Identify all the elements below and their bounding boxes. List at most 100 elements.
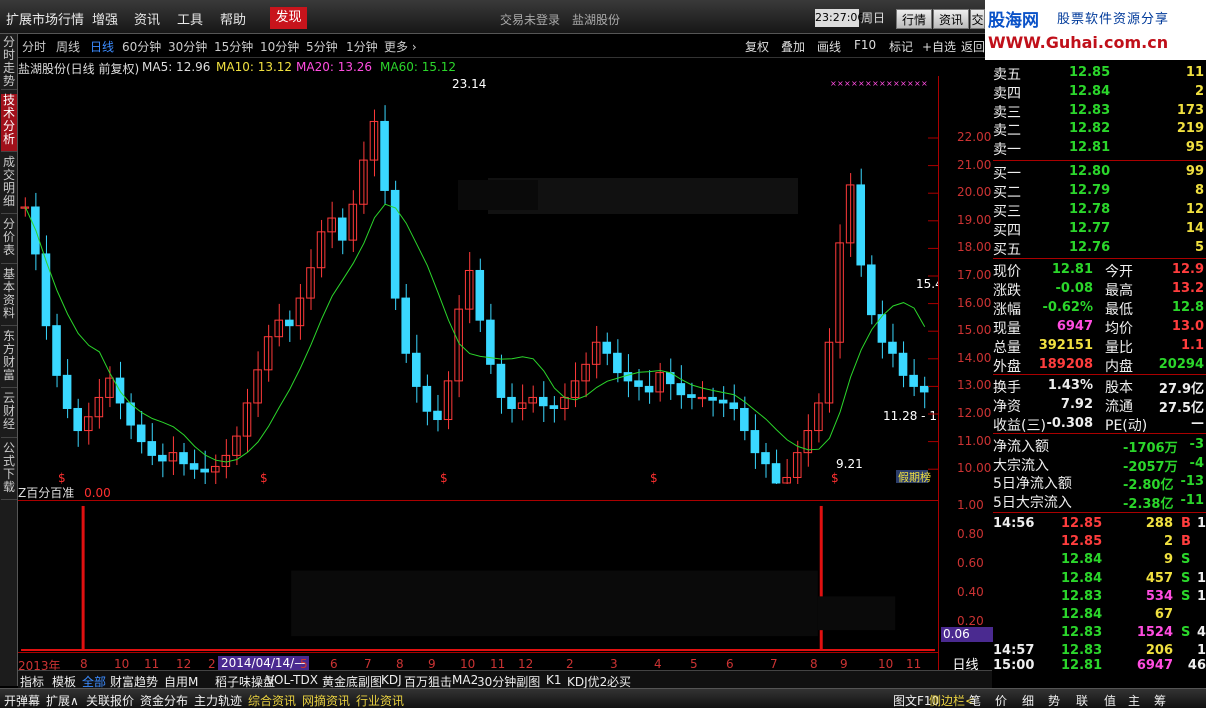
add-favorite-button[interactable]: +自选	[922, 38, 956, 55]
signal-s: $	[58, 471, 66, 484]
tick-side: S	[1181, 588, 1191, 604]
menu-extended-market[interactable]: 扩展市场行情	[6, 9, 84, 28]
tab-technical[interactable]: 技术分析	[1, 94, 17, 152]
mark-button[interactable]: 标记	[889, 38, 913, 55]
tab-eastmoney[interactable]: 东方财富	[1, 330, 17, 388]
candle-body	[919, 385, 929, 393]
menu-tools[interactable]: 工具	[177, 9, 203, 28]
signal-dot: ×	[893, 79, 900, 88]
fund-label: 收益(三)	[993, 418, 1046, 434]
tick-side: B	[1181, 516, 1191, 531]
tick-row: 12.83 1524 S 4	[993, 624, 1206, 642]
date-label: 6	[330, 657, 338, 671]
bottom-item-15[interactable]: 值	[1104, 692, 1116, 708]
overlay-button[interactable]: 叠加	[781, 38, 805, 55]
candle-body	[41, 253, 51, 327]
fund-row: 换手 1.43% 股本 27.9亿	[993, 377, 1206, 397]
quote-label: 涨跌	[993, 283, 1021, 299]
login-status: 交易未登录	[500, 13, 561, 27]
bottom-item-3[interactable]: 资金分布	[140, 692, 188, 708]
tab-formula-download[interactable]: 公式下载	[1, 442, 17, 500]
app-window: 扩展市场行情 增强 资讯 工具 帮助 发现 交易未登录 盐湖股份 23:27:0…	[0, 0, 1206, 708]
menu-info[interactable]: 资讯	[134, 9, 160, 28]
bottom-item-12[interactable]: 细	[1022, 692, 1034, 708]
period-1min[interactable]: 1分钟	[346, 38, 378, 55]
candle-body	[676, 383, 686, 396]
tab-intraday[interactable]: 分时走势	[1, 36, 17, 90]
draw-line-button[interactable]: 画线	[817, 38, 841, 55]
indicator-12[interactable]: K1	[546, 673, 562, 687]
period-5min[interactable]: 5分钟	[306, 38, 338, 55]
fund-label-2: 股本	[1105, 380, 1133, 396]
back-button[interactable]: 返回	[961, 38, 985, 55]
candle-body	[740, 407, 749, 432]
restore-rights-button[interactable]: 复权	[745, 38, 769, 55]
bottom-item-5[interactable]: 综合资讯	[248, 692, 296, 708]
signal-dot: ×	[886, 79, 893, 88]
tab-fundamentals[interactable]: 基本资料	[1, 268, 17, 326]
bid-label: 买四	[993, 223, 1021, 239]
menu-discover[interactable]: 发现	[270, 7, 307, 29]
period-intraday[interactable]: 分时	[22, 38, 46, 55]
bottom-item-17[interactable]: 筹	[1154, 692, 1166, 708]
flow-extra: -11	[1180, 492, 1205, 508]
indicator-8[interactable]: KDJ	[381, 673, 402, 687]
bottom-item-4[interactable]: 主力轨迹	[194, 692, 242, 708]
period-15min[interactable]: 15分钟	[214, 38, 253, 55]
bid-row: 买三 12.78 12	[993, 201, 1206, 220]
ask-volume: 2	[1194, 83, 1204, 99]
bottom-item-2[interactable]: 关联报价	[86, 692, 134, 708]
ma10-value: MA10: 13.12	[216, 60, 293, 74]
ask-row: 卖五 12.85 11	[993, 64, 1206, 83]
bottom-item-7[interactable]: 行业资讯	[356, 692, 404, 708]
bid-volume: 8	[1194, 183, 1204, 198]
tick-volume: 457	[1145, 570, 1173, 586]
bottom-item-14[interactable]: 联	[1076, 692, 1088, 708]
bottom-item-13[interactable]: 势	[1048, 692, 1060, 708]
bottom-item-1[interactable]: 扩展∧	[46, 692, 79, 708]
quote-label-2: 最高	[1105, 283, 1133, 299]
indicator-chart[interactable]	[18, 500, 938, 652]
menu-help[interactable]: 帮助	[220, 9, 246, 28]
signal-s: $	[650, 471, 658, 484]
ask-label: 卖五	[993, 67, 1021, 83]
tick-row: 15:00 12.81 6947 46	[993, 657, 1206, 675]
tab-trade-detail[interactable]: 成交明细	[1, 156, 17, 214]
bottom-item-10[interactable]: 笔	[969, 692, 981, 708]
menu-enhance[interactable]: 增强	[92, 9, 118, 28]
guhai-logo: 股海网 股票软件资源分享 WWW.Guhai.com.cn	[985, 0, 1206, 60]
bottom-item-0[interactable]: 开弹幕	[4, 692, 40, 708]
kline-chart[interactable]: 23.14 9.21 15.4 11.28 - 11. 假期榜 $$$$$ ××…	[18, 76, 938, 484]
ask-volume: 219	[1176, 121, 1204, 137]
tab-cloud-finance[interactable]: 云财经	[1, 392, 17, 438]
quote-row: 总量 392151 量比 1.1	[993, 337, 1206, 356]
f10-button[interactable]: F10	[854, 38, 876, 52]
ask-price: 12.83	[1069, 102, 1111, 118]
tick-price: 12.84	[1061, 570, 1103, 586]
tick-price: 12.84	[1061, 607, 1103, 622]
period-30min[interactable]: 30分钟	[168, 38, 207, 55]
quote-label: 现价	[993, 264, 1021, 280]
tick-count: 1	[1196, 588, 1206, 604]
tab-price-table[interactable]: 分价表	[1, 218, 17, 264]
quote-button[interactable]: 行情	[896, 9, 932, 29]
indicator-6[interactable]: VOL-TDX	[266, 673, 318, 687]
period-10min[interactable]: 10分钟	[260, 38, 299, 55]
quote-label-2: 均价	[1105, 321, 1133, 337]
period-60min[interactable]: 60分钟	[122, 38, 161, 55]
bottom-item-6[interactable]: 网摘资讯	[302, 692, 350, 708]
bottom-item-11[interactable]: 价	[995, 692, 1007, 708]
period-weekly[interactable]: 周线	[56, 38, 80, 55]
trade-button[interactable]: 交	[970, 9, 985, 29]
info-button[interactable]: 资讯	[933, 9, 969, 29]
indicator-10[interactable]: MA2	[452, 673, 478, 687]
bottom-item-16[interactable]: 主	[1128, 692, 1140, 708]
period-more[interactable]: 更多 ›	[384, 38, 417, 55]
quote-value: 189208	[1038, 357, 1093, 372]
tick-side: S	[1181, 625, 1191, 641]
price-axis-label: 19.00	[957, 212, 992, 227]
candle-body	[359, 159, 368, 205]
period-daily[interactable]: 日线	[90, 38, 114, 55]
signal-dot: ×	[858, 79, 865, 88]
candle-body	[644, 385, 654, 393]
